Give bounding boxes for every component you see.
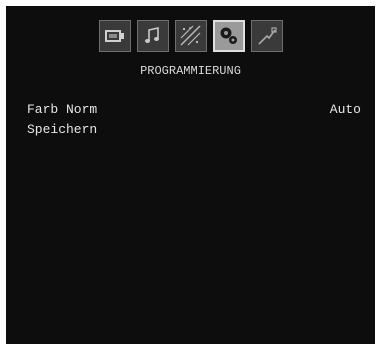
- tab-features[interactable]: [174, 20, 207, 52]
- tab-sound[interactable]: [136, 20, 169, 52]
- tab-picture[interactable]: [98, 20, 131, 52]
- menu-item-store[interactable]: Speichern: [27, 120, 361, 140]
- source-icon: [257, 27, 277, 45]
- tab-setup[interactable]: [212, 20, 245, 52]
- menu-title: PROGRAMMIERUNG: [140, 64, 241, 78]
- menu-list: Farb Norm Auto Speichern: [27, 100, 361, 140]
- picture-icon: [104, 30, 124, 42]
- menu-item-color-standard[interactable]: Farb Norm Auto: [27, 100, 361, 120]
- sound-icon: [144, 27, 159, 43]
- tab-source[interactable]: [250, 20, 283, 52]
- menu-item-label: Speichern: [27, 122, 98, 137]
- menu-tab-bar: [6, 20, 375, 52]
- menu-item-label: Farb Norm: [27, 102, 98, 117]
- osd-screen: PROGRAMMIERUNG Farb Norm Auto Speichern: [6, 6, 375, 344]
- setup-icon: [220, 27, 237, 44]
- features-icon: [179, 25, 201, 46]
- menu-item-value: Auto: [329, 102, 361, 117]
